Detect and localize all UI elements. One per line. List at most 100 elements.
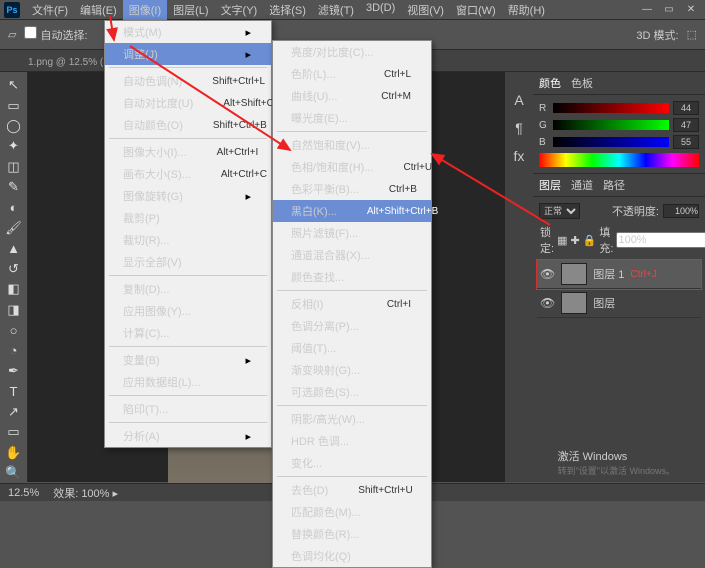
menuitem[interactable]: 显示全部(V) [105, 251, 271, 273]
close-button[interactable]: ✕ [681, 3, 701, 17]
tab-channels[interactable]: 通道 [571, 177, 593, 193]
layer-row[interactable]: 👁图层 [537, 289, 701, 318]
gradient-tool[interactable]: ◨ [3, 300, 25, 318]
path-tool[interactable]: ↗ [3, 403, 25, 421]
move-tool[interactable]: ↖ [3, 76, 25, 94]
lasso-tool[interactable]: ◯ [3, 117, 25, 135]
menu-10[interactable]: 帮助(H) [502, 0, 551, 20]
tab-color[interactable]: 颜色 [539, 75, 561, 91]
tab-swatches[interactable]: 色板 [571, 75, 593, 91]
menuitem[interactable]: 亮度/对比度(C)... [273, 41, 431, 63]
tab-paths[interactable]: 路径 [603, 177, 625, 193]
r-slider[interactable] [553, 103, 669, 113]
menuitem[interactable]: 图像大小(I)...Alt+Ctrl+I [105, 141, 271, 163]
blur-tool[interactable]: ○ [3, 321, 25, 339]
wand-tool[interactable]: ✦ [3, 137, 25, 155]
pen-tool[interactable]: ✒ [3, 362, 25, 380]
styles-panel-icon[interactable]: fx [514, 148, 525, 164]
menuitem[interactable]: 色调分离(P)... [273, 315, 431, 337]
menuitem[interactable]: 色调均化(Q) [273, 545, 431, 567]
history-brush-tool[interactable]: ↺ [3, 260, 25, 278]
menuitem[interactable]: 色彩平衡(B)...Ctrl+B [273, 178, 431, 200]
menuitem[interactable]: 变量(B)▸ [105, 349, 271, 371]
lock-all-icon[interactable]: 🔒 [583, 234, 597, 247]
eyedropper-tool[interactable]: ✎ [3, 178, 25, 196]
menuitem[interactable]: 分析(A)▸ [105, 425, 271, 447]
stamp-tool[interactable]: ▲ [3, 239, 25, 257]
crop-tool[interactable]: ◫ [3, 158, 25, 176]
menuitem[interactable]: 曝光度(E)... [273, 107, 431, 129]
menuitem[interactable]: 曲线(U)...Ctrl+M [273, 85, 431, 107]
menuitem[interactable]: 照片滤镜(F)... [273, 222, 431, 244]
menu-6[interactable]: 滤镜(T) [312, 0, 360, 20]
menu-2[interactable]: 图像(I) [123, 0, 167, 20]
g-slider[interactable] [553, 120, 669, 130]
menuitem[interactable]: 阈值(T)... [273, 337, 431, 359]
menuitem[interactable]: 可选颜色(S)... [273, 381, 431, 403]
menuitem[interactable]: 去色(D)Shift+Ctrl+U [273, 479, 431, 501]
maximize-button[interactable]: ▭ [659, 3, 679, 17]
brush-tool[interactable]: 🖌 [3, 219, 25, 237]
menu-8[interactable]: 视图(V) [401, 0, 450, 20]
menuitem[interactable]: 颜色查找... [273, 266, 431, 288]
menuitem[interactable]: 应用图像(Y)... [105, 300, 271, 322]
visibility-icon[interactable]: 👁 [540, 296, 555, 310]
menuitem[interactable]: 匹配颜色(M)... [273, 501, 431, 523]
menuitem[interactable]: 变化... [273, 452, 431, 474]
minimize-button[interactable]: — [637, 3, 657, 17]
effects-indicator[interactable]: 效果: 100% ▸ [53, 485, 118, 501]
menuitem[interactable]: HDR 色调... [273, 430, 431, 452]
menuitem[interactable]: 自动颜色(O)Shift+Ctrl+B [105, 114, 271, 136]
menu-4[interactable]: 文字(Y) [215, 0, 264, 20]
menu-7[interactable]: 3D(D) [360, 0, 401, 20]
menuitem[interactable]: 阴影/高光(W)... [273, 408, 431, 430]
menuitem[interactable]: 裁剪(P) [105, 207, 271, 229]
menuitem[interactable]: 裁切(R)... [105, 229, 271, 251]
eraser-tool[interactable]: ◧ [3, 280, 25, 298]
menuitem[interactable]: 替换颜色(R)... [273, 523, 431, 545]
menuitem[interactable]: 反相(I)Ctrl+I [273, 293, 431, 315]
menuitem[interactable]: 自然饱和度(V)... [273, 134, 431, 156]
menu-9[interactable]: 窗口(W) [450, 0, 502, 20]
type-panel-icon[interactable]: A [514, 92, 523, 108]
menuitem[interactable]: 图像旋转(G)▸ [105, 185, 271, 207]
menuitem[interactable]: 黑白(K)...Alt+Shift+Ctrl+B [273, 200, 431, 222]
paragraph-panel-icon[interactable]: ¶ [515, 120, 523, 136]
color-spectrum[interactable] [539, 153, 699, 167]
b-slider[interactable] [553, 137, 669, 147]
menu-1[interactable]: 编辑(E) [74, 0, 123, 20]
menuitem[interactable]: 模式(M)▸ [105, 21, 271, 43]
tab-layers[interactable]: 图层 [539, 177, 561, 193]
menuitem[interactable]: 复制(D)... [105, 278, 271, 300]
hand-tool[interactable]: ✋ [3, 443, 25, 461]
shape-tool[interactable]: ▭ [3, 423, 25, 441]
b-value[interactable]: 55 [673, 135, 699, 149]
fill-input[interactable] [616, 232, 705, 248]
menuitem[interactable]: 自动对比度(U)Alt+Shift+Ctrl+L [105, 92, 271, 114]
spot-heal-tool[interactable]: ◐ [3, 198, 25, 216]
menu-3[interactable]: 图层(L) [167, 0, 214, 20]
marquee-tool[interactable]: ▭ [3, 96, 25, 114]
layer-row[interactable]: 👁图层 1Ctrl+J [537, 260, 701, 289]
menuitem[interactable]: 画布大小(S)...Alt+Ctrl+C [105, 163, 271, 185]
opacity-input[interactable] [663, 204, 699, 218]
zoom-level[interactable]: 12.5% [8, 487, 39, 499]
visibility-icon[interactable]: 👁 [540, 267, 555, 281]
menu-5[interactable]: 选择(S) [263, 0, 312, 20]
r-value[interactable]: 44 [673, 101, 699, 115]
menuitem[interactable]: 色阶(L)...Ctrl+L [273, 63, 431, 85]
type-tool[interactable]: T [3, 382, 25, 400]
menuitem[interactable]: 通道混合器(X)... [273, 244, 431, 266]
menuitem[interactable]: 调整(J)▸ [105, 43, 271, 65]
menuitem[interactable]: 陷印(T)... [105, 398, 271, 420]
lock-pixels-icon[interactable]: ▦ [557, 234, 567, 247]
menuitem[interactable]: 渐变映射(G)... [273, 359, 431, 381]
menuitem[interactable]: 计算(C)... [105, 322, 271, 344]
auto-select-checkbox[interactable]: 自动选择: [24, 26, 87, 43]
zoom-tool[interactable]: 🔍 [3, 464, 25, 482]
menuitem[interactable]: 自动色调(N)Shift+Ctrl+L [105, 70, 271, 92]
3d-icon[interactable]: ⬚ [687, 28, 697, 41]
dodge-tool[interactable]: ◔ [3, 341, 25, 359]
menuitem[interactable]: 应用数据组(L)... [105, 371, 271, 393]
menu-0[interactable]: 文件(F) [26, 0, 74, 20]
